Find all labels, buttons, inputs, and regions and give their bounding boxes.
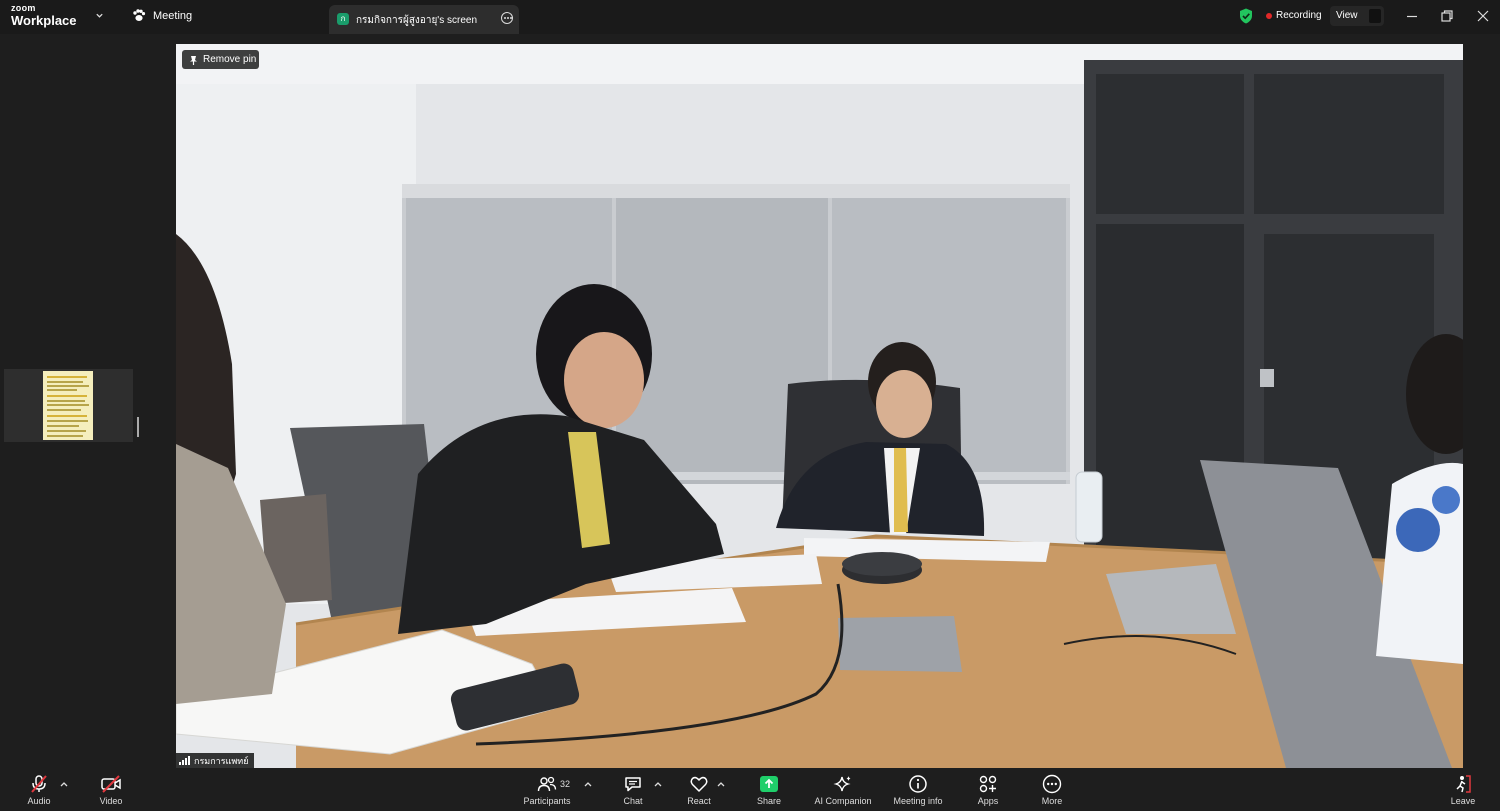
ai-companion-button[interactable]: AI Companion xyxy=(808,774,878,806)
view-button[interactable]: View xyxy=(1330,6,1384,26)
share-arrow-icon xyxy=(760,776,778,792)
view-grid-icon xyxy=(1369,9,1381,23)
apps-button[interactable]: Apps xyxy=(958,774,1018,806)
react-button[interactable]: React xyxy=(669,774,729,806)
minimize-icon[interactable] xyxy=(1405,9,1419,23)
restore-icon[interactable] xyxy=(1440,9,1454,23)
pinned-video[interactable] xyxy=(176,44,1463,768)
meeting-menu[interactable]: Meeting xyxy=(132,9,192,22)
chat-icon xyxy=(625,777,641,792)
apps-label: Apps xyxy=(977,796,999,806)
share-button[interactable]: Share xyxy=(739,774,799,806)
heart-react-icon xyxy=(690,776,708,792)
video-label: Video xyxy=(99,796,123,806)
tab-badge: ก xyxy=(337,13,349,25)
zoom-caret-icon[interactable] xyxy=(95,11,104,20)
tab-label: กรมกิจการผู้สูงอายุ's screen xyxy=(356,15,478,26)
leave-button[interactable]: Leave xyxy=(1433,774,1493,806)
ai-companion-label: AI Companion xyxy=(814,796,872,806)
meeting-toolbar: Audio Video Participants Chat React Shar… xyxy=(0,768,1500,811)
chat-button[interactable]: Chat xyxy=(603,774,663,806)
close-icon[interactable] xyxy=(1476,9,1490,23)
meeting-info-button[interactable]: Meeting info xyxy=(884,774,952,806)
info-icon xyxy=(909,775,927,793)
meeting-room-scene xyxy=(176,44,1463,768)
tab-more-icon[interactable] xyxy=(501,12,513,24)
brand-main: Workplace xyxy=(11,13,77,28)
video-button[interactable]: Video xyxy=(81,774,141,806)
shared-screen-thumbnail[interactable] xyxy=(4,369,133,442)
recording-label: Recording xyxy=(1276,10,1322,21)
sparkle-ai-icon xyxy=(833,776,851,792)
participants-icon xyxy=(537,776,557,792)
more-label: More xyxy=(1041,796,1063,806)
brand-top: zoom xyxy=(11,3,36,13)
zoom-brand[interactable]: zoom Workplace xyxy=(11,3,77,28)
share-label: Share xyxy=(756,796,782,806)
screen-share-tab[interactable]: ก กรมกิจการผู้สูงอายุ's screen xyxy=(329,5,519,34)
view-label: View xyxy=(1336,10,1358,21)
chat-caret-icon[interactable] xyxy=(654,781,662,787)
recording-dot-icon xyxy=(1266,12,1272,19)
mic-muted-icon xyxy=(31,775,47,793)
participant-name-tag: กรมการแพทย์ xyxy=(176,753,254,768)
remove-pin-button[interactable]: Remove pin xyxy=(182,50,259,69)
react-caret-icon[interactable] xyxy=(717,781,725,787)
participants-caret-icon[interactable] xyxy=(584,781,592,787)
document-preview xyxy=(43,371,93,440)
meeting-label: Meeting xyxy=(153,9,193,22)
react-label: React xyxy=(687,796,711,806)
more-button[interactable]: More xyxy=(1022,774,1082,806)
encryption-shield-icon[interactable] xyxy=(1239,8,1253,24)
participants-label: Participants xyxy=(523,796,571,806)
paw-meeting-icon xyxy=(133,9,146,21)
audio-label: Audio xyxy=(27,796,51,806)
recording-indicator[interactable]: Recording xyxy=(1266,10,1322,21)
signal-icon xyxy=(179,756,190,765)
chat-label: Chat xyxy=(623,796,643,806)
title-bar: zoom Workplace Meeting ก กรมกิจการผู้สูง… xyxy=(0,0,1500,34)
participant-name: กรมการแพทย์ xyxy=(194,755,249,766)
strip-resize-handle[interactable] xyxy=(137,417,139,437)
leave-label: Leave xyxy=(1450,796,1476,806)
participants-count: 32 xyxy=(560,779,571,789)
meeting-info-label: Meeting info xyxy=(893,796,943,806)
video-off-icon xyxy=(101,775,121,793)
remove-pin-label: Remove pin xyxy=(203,54,257,65)
audio-button[interactable]: Audio xyxy=(9,774,69,806)
leave-icon xyxy=(1456,775,1471,793)
audio-options-caret-icon[interactable] xyxy=(60,781,68,787)
pin-icon xyxy=(190,55,197,65)
more-dots-icon xyxy=(1042,774,1062,794)
apps-icon xyxy=(979,775,997,793)
